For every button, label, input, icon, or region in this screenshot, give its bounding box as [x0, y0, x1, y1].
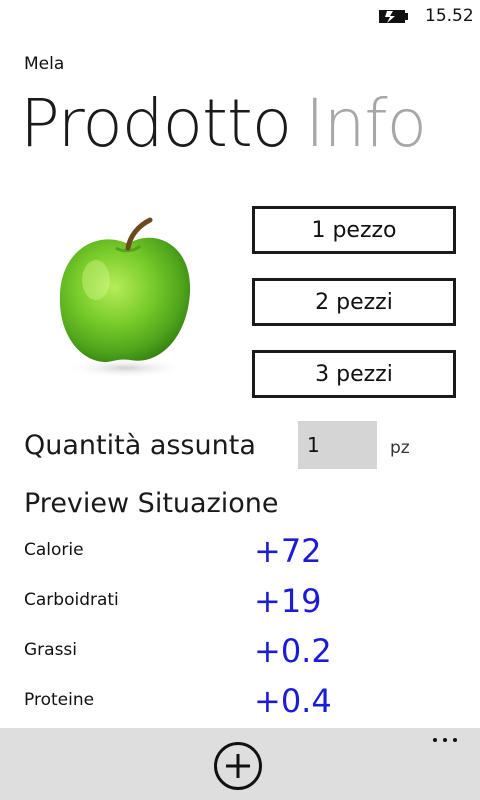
carbs-value: +19: [254, 582, 322, 620]
fats-label: Grassi: [24, 640, 78, 660]
carbs-label: Carboidrati: [24, 590, 119, 610]
pivot-tab-prodotto[interactable]: Prodotto: [20, 85, 292, 162]
fats-value: +0.2: [254, 632, 332, 670]
quantity-label: Quantità assunta: [24, 430, 256, 461]
calories-value: +72: [254, 532, 322, 570]
apple-image: [34, 208, 216, 390]
proteins-label: Proteine: [24, 690, 95, 710]
proteins-value: +0.4: [254, 682, 332, 720]
clock: 15.52: [425, 6, 474, 26]
pivot-tab-info[interactable]: Info: [305, 85, 427, 162]
quantity-unit: pz: [390, 438, 410, 458]
two-pieces-button[interactable]: 2 pezzi: [252, 278, 456, 326]
three-pieces-button[interactable]: 3 pezzi: [252, 350, 456, 398]
pivot-header: Prodotto Info: [20, 84, 427, 164]
status-bar: 15.52: [0, 0, 480, 32]
add-circle-icon[interactable]: [214, 742, 262, 790]
app-bar: [0, 728, 480, 800]
preview-title: Preview Situazione: [24, 488, 279, 519]
more-ellipsis-icon[interactable]: [432, 734, 458, 746]
one-piece-button[interactable]: 1 pezzo: [252, 206, 456, 254]
calories-label: Calorie: [24, 540, 84, 560]
app-name: Mela: [24, 54, 65, 74]
battery-charging-icon: [379, 10, 408, 23]
quantity-input[interactable]: [298, 421, 377, 469]
